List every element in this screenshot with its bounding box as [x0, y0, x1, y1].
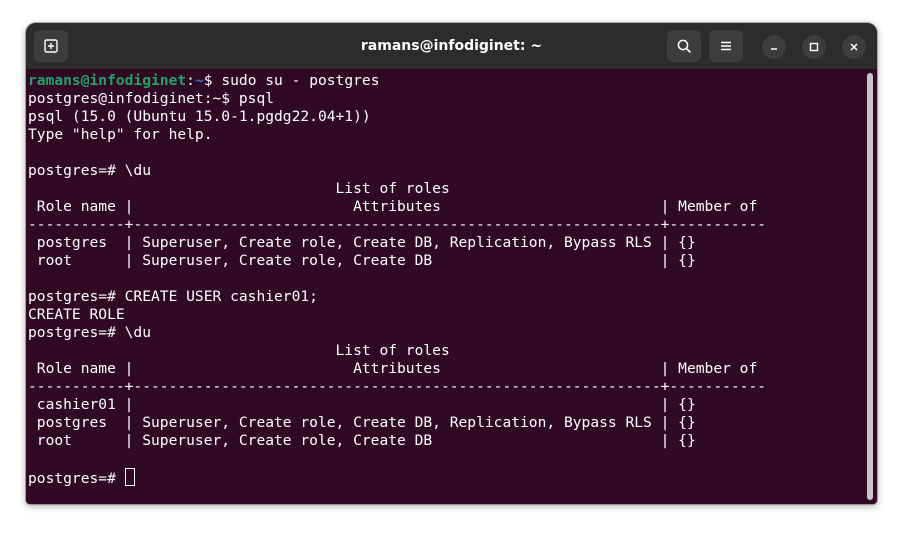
scrollbar[interactable] — [867, 73, 873, 500]
terminal-line: postgres=# CREATE USER cashier01; — [28, 288, 318, 305]
terminal-line: Role name | Attributes | Member of — [28, 198, 758, 215]
terminal-line: cashier01 | | {} — [28, 396, 696, 413]
maximize-icon — [809, 42, 819, 52]
terminal-line: postgres | Superuser, Create role, Creat… — [28, 234, 696, 251]
terminal-line: postgres=# \du — [28, 324, 152, 341]
terminal-window: ramans@infodiginet: ~ ramans@infodiginet… — [26, 23, 877, 504]
terminal-line: root | Superuser, Create role, Create DB… — [28, 432, 696, 449]
terminal-line: -----------+----------------------------… — [28, 378, 767, 395]
terminal-line: CREATE ROLE — [28, 306, 125, 323]
terminal-output[interactable]: ramans@infodiginet:~$ sudo su - postgres… — [26, 70, 866, 504]
window-title: ramans@infodiginet: ~ — [360, 38, 543, 54]
prompt-command: sudo su - postgres — [212, 72, 380, 89]
minimize-button[interactable] — [762, 35, 786, 59]
terminal-line: postgres=# \du — [28, 162, 152, 179]
terminal-line: List of roles — [28, 180, 450, 197]
final-prompt-line: postgres=# — [28, 468, 866, 487]
new-tab-icon — [44, 39, 58, 53]
minimize-icon — [771, 48, 777, 50]
terminal-line: postgres@infodiginet:~$ psql — [28, 90, 275, 107]
prompt-separator: : — [186, 72, 195, 89]
terminal-line: root | Superuser, Create role, Create DB… — [28, 252, 696, 269]
close-button[interactable] — [842, 35, 866, 59]
search-button[interactable] — [667, 30, 701, 62]
prompt-path: ~ — [194, 72, 204, 89]
terminal-line: Role name | Attributes | Member of — [28, 360, 758, 377]
terminal-lines: postgres@infodiginet:~$ psql psql (15.0 (… — [28, 90, 866, 468]
terminal-line: psql (15.0 (Ubuntu 15.0-1.pgdg22.04+1)) — [28, 108, 371, 125]
terminal-line: postgres | Superuser, Create role, Creat… — [28, 414, 696, 431]
terminal-line: Type "help" for help. — [28, 126, 213, 143]
terminal-line: -----------+----------------------------… — [28, 216, 767, 233]
close-icon — [850, 43, 858, 51]
search-icon — [677, 39, 691, 53]
final-prompt: postgres=# — [28, 470, 125, 487]
first-prompt-line: ramans@infodiginet:~$ sudo su - postgres — [28, 72, 866, 90]
prompt-symbol: $ — [203, 72, 213, 89]
prompt-user-host: ramans@infodiginet — [28, 72, 187, 89]
title-bar: ramans@infodiginet: ~ — [26, 23, 877, 69]
text-cursor — [124, 468, 135, 486]
maximize-button[interactable] — [802, 35, 826, 59]
new-tab-button[interactable] — [34, 30, 68, 62]
hamburger-menu-icon — [721, 41, 731, 51]
menu-button[interactable] — [709, 30, 743, 62]
terminal-line: List of roles — [28, 342, 450, 359]
